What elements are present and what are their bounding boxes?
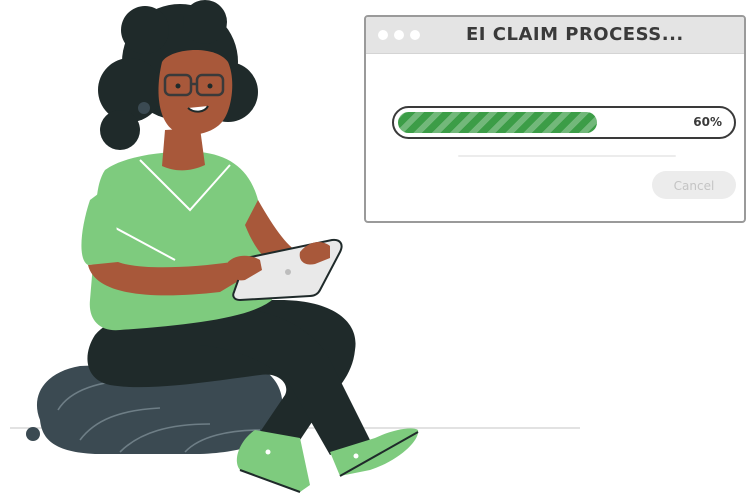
progress-percentage: 60% bbox=[693, 115, 722, 129]
window-dot-icon[interactable] bbox=[394, 30, 404, 40]
progress-bar-fill bbox=[398, 112, 597, 133]
window-controls bbox=[378, 30, 420, 40]
stage: EI CLAIM PROCESS... 60% Cancel bbox=[0, 0, 748, 496]
window-dot-icon[interactable] bbox=[378, 30, 388, 40]
window-titlebar: EI CLAIM PROCESS... bbox=[366, 17, 744, 54]
progress-bar: 60% bbox=[392, 106, 736, 139]
window-title: EI CLAIM PROCESS... bbox=[466, 24, 684, 45]
cancel-button[interactable]: Cancel bbox=[652, 171, 736, 199]
shirt bbox=[81, 151, 272, 331]
claim-process-window: EI CLAIM PROCESS... 60% Cancel bbox=[364, 15, 746, 223]
earring bbox=[138, 102, 150, 114]
neck bbox=[162, 128, 205, 171]
window-dot-icon[interactable] bbox=[410, 30, 420, 40]
divider bbox=[458, 155, 676, 157]
